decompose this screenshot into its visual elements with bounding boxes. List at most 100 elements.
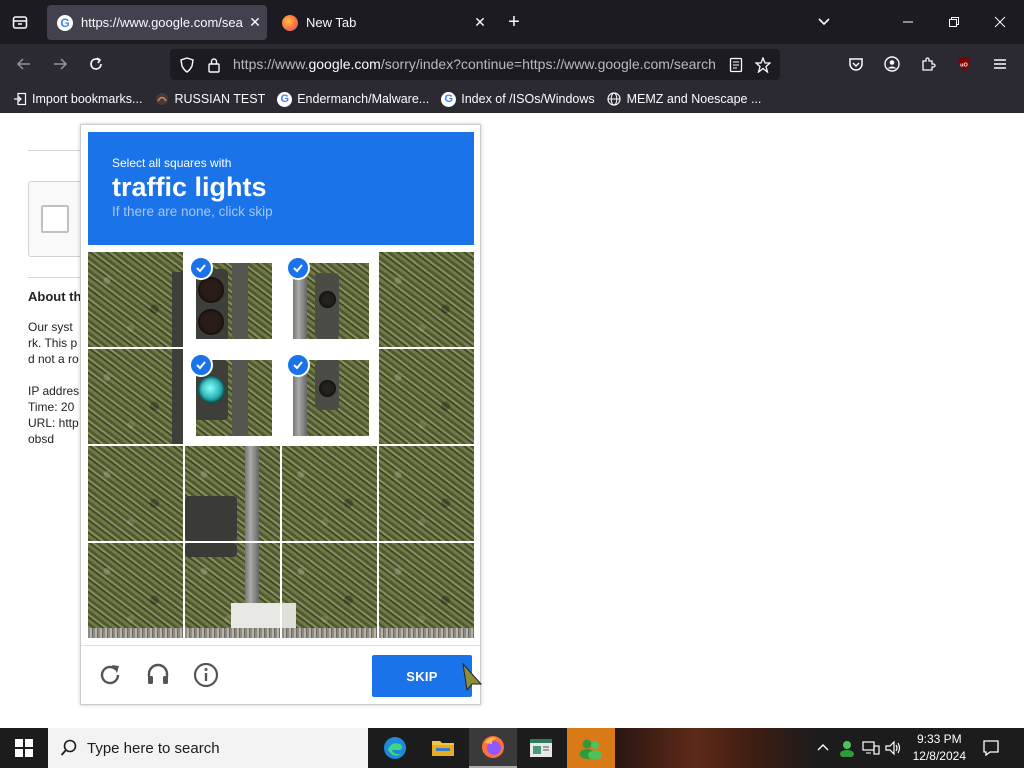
grid-tile[interactable]	[185, 543, 280, 638]
shield-icon[interactable]	[178, 56, 196, 74]
bookmarks-bar: Import bookmarks... RUSSIAN TEST G Ender…	[0, 85, 1024, 113]
start-button[interactable]	[0, 728, 48, 768]
taskbar-edge[interactable]	[371, 728, 419, 768]
tab-google[interactable]: G https://www.google.com/searc ✕	[47, 5, 267, 40]
grid-tile[interactable]	[88, 349, 183, 444]
lock-icon[interactable]	[205, 56, 223, 74]
bookmark-endermanch[interactable]: G Endermanch/Malware...	[277, 91, 430, 107]
grid-tile-selected[interactable]	[185, 349, 280, 444]
extensions-icon[interactable]	[916, 52, 940, 76]
nav-bar: https://www.google.com/sorry/index?conti…	[0, 44, 1024, 85]
clock-time: 9:33 PM	[916, 732, 962, 746]
firefox-favicon-icon	[282, 14, 298, 31]
recaptcha-checkbox[interactable]	[41, 205, 69, 233]
grid-tile[interactable]	[88, 446, 183, 541]
grid-tile[interactable]	[379, 446, 474, 541]
challenge-header: Select all squares with traffic lights I…	[88, 132, 474, 245]
reload-challenge-icon[interactable]	[95, 660, 125, 690]
grid-tile[interactable]	[282, 543, 377, 638]
pocket-icon[interactable]	[844, 52, 868, 76]
windows-logo-icon	[15, 739, 33, 757]
ublock-icon[interactable]: uO	[952, 52, 976, 76]
close-tab-icon[interactable]: ✕	[468, 14, 492, 31]
pole-image	[172, 349, 183, 444]
tab-list-icon[interactable]	[6, 10, 34, 34]
audio-challenge-icon[interactable]	[143, 660, 173, 690]
gravel-image	[282, 628, 377, 638]
tab-new-tab[interactable]: New Tab ✕	[272, 5, 492, 40]
challenge-hint: If there are none, click skip	[112, 204, 273, 219]
account-icon[interactable]	[880, 52, 904, 76]
amber-lamp-image	[198, 309, 224, 335]
new-tab-icon[interactable]: +	[502, 10, 526, 34]
url-bar[interactable]: https://www.google.com/sorry/index?conti…	[170, 49, 780, 80]
tab-title: New Tab	[306, 15, 357, 30]
gravel-image	[379, 628, 474, 638]
body-text-line: Time: 20	[28, 400, 75, 414]
bookmark-isos[interactable]: G Index of /ISOs/Windows	[441, 91, 595, 107]
close-tab-icon[interactable]: ✕	[243, 14, 267, 31]
checkmark-icon	[189, 353, 213, 377]
bookmark-label: Import bookmarks...	[32, 92, 143, 106]
taskbar-app-people[interactable]	[567, 728, 615, 768]
gravel-image	[185, 628, 280, 638]
close-window-icon[interactable]	[988, 10, 1012, 34]
taskbar-file-explorer[interactable]	[419, 728, 467, 768]
grid-tile[interactable]	[88, 543, 183, 638]
people-app-icon	[579, 739, 602, 760]
challenge-footer: SKIP	[81, 645, 483, 705]
info-icon[interactable]	[191, 660, 221, 690]
taskbar-app-document[interactable]	[517, 728, 565, 768]
bookmark-label: Index of /ISOs/Windows	[461, 92, 595, 106]
bookmark-label: MEMZ and Noescape ...	[626, 92, 762, 106]
reload-icon[interactable]	[84, 52, 108, 76]
recaptcha-anchor[interactable]	[28, 181, 88, 257]
grid-tile[interactable]	[379, 543, 474, 638]
notifications-icon[interactable]	[981, 738, 1001, 758]
network-icon[interactable]	[861, 738, 881, 758]
body-text-line: rk. This p	[28, 336, 78, 350]
taskbar-search[interactable]: Type here to search	[48, 728, 368, 768]
bookmark-russian-test[interactable]: RUSSIAN TEST	[154, 92, 265, 107]
grid-tile-selected[interactable]	[282, 252, 377, 347]
body-text-line: IP addres	[28, 384, 80, 398]
grid-tile[interactable]	[379, 252, 474, 347]
recaptcha-challenge: Select all squares with traffic lights I…	[80, 124, 483, 705]
lamp-image	[319, 380, 336, 397]
bookmark-star-icon[interactable]	[754, 56, 772, 74]
grid-tile[interactable]	[88, 252, 183, 347]
url-text[interactable]: https://www.google.com/sorry/index?conti…	[233, 56, 721, 72]
pole-image	[245, 446, 259, 541]
back-icon[interactable]	[12, 52, 36, 76]
menu-icon[interactable]	[988, 52, 1012, 76]
show-hidden-icons-icon[interactable]	[813, 738, 833, 758]
svg-text:uO: uO	[960, 63, 968, 69]
edge-icon	[384, 737, 406, 759]
challenge-target: traffic lights	[112, 172, 267, 202]
globe-icon	[607, 92, 622, 107]
grid-tile-selected[interactable]	[185, 252, 280, 347]
skip-button[interactable]: SKIP	[372, 655, 472, 697]
image-grid	[88, 252, 474, 638]
folder-icon	[432, 741, 454, 756]
reader-view-icon[interactable]	[727, 56, 745, 74]
taskbar-firefox[interactable]	[469, 728, 517, 768]
pole-image	[172, 272, 183, 347]
chevron-down-icon[interactable]	[812, 10, 836, 34]
bookmark-memz[interactable]: MEMZ and Noescape ...	[607, 92, 762, 107]
challenge-instruction: Select all squares with	[112, 156, 232, 170]
bookmark-import[interactable]: Import bookmarks...	[12, 92, 142, 107]
grid-tile[interactable]	[282, 446, 377, 541]
minimize-icon[interactable]	[896, 10, 920, 34]
forward-icon[interactable]	[48, 52, 72, 76]
grid-tile[interactable]	[379, 349, 474, 444]
restore-icon[interactable]	[942, 10, 966, 34]
grid-tile-selected[interactable]	[282, 349, 377, 444]
bookmark-label: Endermanch/Malware...	[297, 92, 430, 106]
system-clock[interactable]: 9:33 PM 12/8/2024	[913, 731, 966, 765]
grid-tile[interactable]	[185, 446, 280, 541]
url-path: /sorry/index?continue=https://www.google…	[380, 56, 716, 72]
user-tray-icon[interactable]	[837, 738, 857, 758]
volume-icon[interactable]	[884, 738, 904, 758]
firefox-icon	[482, 736, 504, 758]
